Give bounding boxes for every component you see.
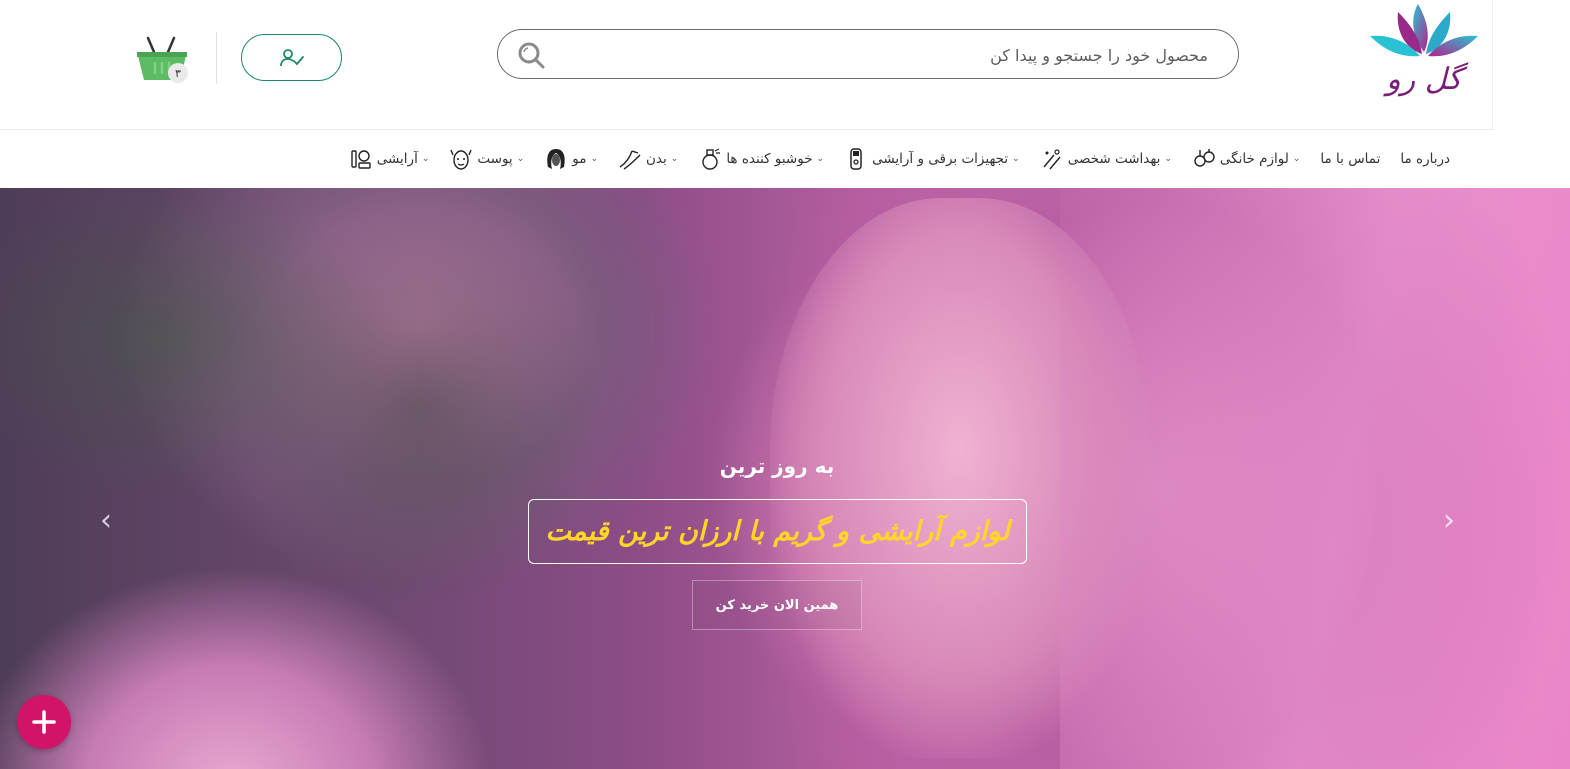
hero-title-box: لوازم آرایشی و گریم با ارزان ترین قیمت xyxy=(528,499,1027,564)
body-icon xyxy=(619,150,641,170)
floating-add-button[interactable] xyxy=(17,695,71,749)
hero-subtitle: به روز ترین xyxy=(719,454,835,478)
nav-item-home-appliances[interactable]: لوازم خانگی ⌄ xyxy=(1182,147,1310,171)
hero-hair-overlay xyxy=(1060,188,1570,769)
nav-item-label: خوشبو کننده ها xyxy=(726,151,813,167)
slider-next-button[interactable]: › xyxy=(1437,506,1461,536)
face-care-icon xyxy=(450,149,473,170)
plus-icon xyxy=(32,710,56,734)
nav-item-label: مو xyxy=(572,151,587,167)
nav-item-label: بدن xyxy=(646,151,667,167)
chevron-down-icon: ⌄ xyxy=(670,154,679,164)
nav-item-about[interactable]: درباره ما xyxy=(1390,151,1460,167)
chevron-left-icon: ‹ xyxy=(100,503,112,538)
nav-item-label: پوست xyxy=(477,151,513,167)
search-input[interactable] xyxy=(608,42,1208,68)
home-appliance-icon xyxy=(1194,149,1215,167)
account-button[interactable] xyxy=(241,34,342,81)
chevron-right-icon: › xyxy=(1443,503,1455,538)
chevron-down-icon: ⌄ xyxy=(1164,154,1172,164)
user-check-icon xyxy=(279,48,304,66)
perfume-icon xyxy=(702,148,721,170)
chevron-down-icon: ⌄ xyxy=(816,154,825,164)
site-header: گل رو ۳ xyxy=(0,0,1570,130)
chevron-down-icon: ⌄ xyxy=(516,154,525,164)
nav-item-body[interactable]: بدن ⌄ xyxy=(608,147,688,171)
logo-text: گل رو xyxy=(1386,62,1462,97)
nav-item-label: آرایشی xyxy=(376,151,418,167)
nav-item-contact[interactable]: تماس با ما xyxy=(1310,151,1390,167)
nav-item-label: درباره ما xyxy=(1400,151,1450,167)
shop-now-button[interactable]: همین الان خرید کن xyxy=(692,580,862,630)
shaver-icon xyxy=(850,148,862,170)
nav-item-makeup[interactable]: آرایشی ⌄ xyxy=(339,147,440,171)
search-bar xyxy=(497,29,1239,79)
search-icon[interactable] xyxy=(516,40,546,70)
main-nav: آرایشی ⌄ پوست ⌄ مو ⌄ بدن ⌄ خوشبو کننده ه… xyxy=(0,130,1570,188)
chevron-down-icon: ⌄ xyxy=(1012,154,1020,164)
nav-item-fragrance[interactable]: خوشبو کننده ها ⌄ xyxy=(688,147,834,171)
nav-list: آرایشی ⌄ پوست ⌄ مو ⌄ بدن ⌄ خوشبو کننده ه… xyxy=(339,130,1460,188)
nav-item-skin[interactable]: پوست ⌄ xyxy=(439,147,534,171)
hero-title: لوازم آرایشی و گریم با ارزان ترین قیمت xyxy=(545,516,1010,547)
header-vertical-line xyxy=(1492,0,1493,130)
header-separator xyxy=(216,32,217,84)
nav-item-label: تماس با ما xyxy=(1320,151,1381,167)
nav-item-personal-hygiene[interactable]: بهداشت شخصی ⌄ xyxy=(1030,147,1182,171)
nav-item-label: لوازم خانگی xyxy=(1219,151,1289,167)
hygiene-icon xyxy=(1043,149,1061,170)
chevron-down-icon: ⌄ xyxy=(421,154,430,164)
chevron-down-icon: ⌄ xyxy=(1292,154,1301,164)
hair-icon xyxy=(547,149,565,169)
nav-item-label: تجهیزات برقی و آرایشی xyxy=(872,151,1009,167)
nav-item-hair[interactable]: مو ⌄ xyxy=(534,147,608,171)
cart-count-badge: ۳ xyxy=(168,63,188,83)
chevron-down-icon: ⌄ xyxy=(590,154,598,164)
nav-item-label: بهداشت شخصی xyxy=(1067,151,1161,167)
lotus-logo-icon xyxy=(1370,4,1478,57)
hero-slider: ‹ › به روز ترین لوازم آرایشی و گریم با ا… xyxy=(0,188,1570,769)
nav-item-electric-devices[interactable]: تجهیزات برقی و آرایشی ⌄ xyxy=(834,147,1030,171)
slider-prev-button[interactable]: ‹ xyxy=(94,506,118,536)
makeup-icon xyxy=(351,150,371,169)
